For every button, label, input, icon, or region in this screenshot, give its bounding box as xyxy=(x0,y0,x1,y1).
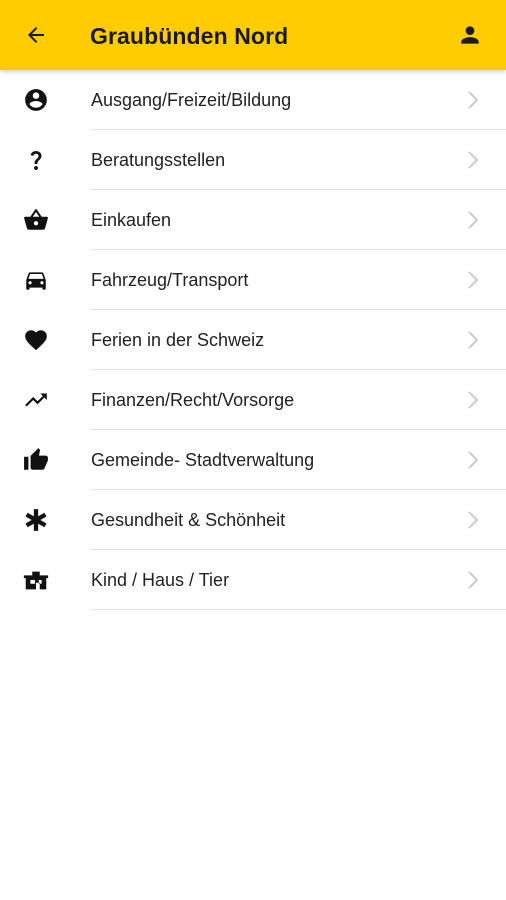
chevron-right-icon xyxy=(466,328,480,352)
list-item-ferien[interactable]: Ferien in der Schweiz xyxy=(0,310,506,370)
list-item-gemeinde[interactable]: Gemeinde- Stadtverwaltung xyxy=(0,430,506,490)
chevron-right-icon xyxy=(466,148,480,172)
divider xyxy=(91,609,506,610)
list-item-label: Gesundheit & Schönheit xyxy=(91,510,286,530)
house-icon xyxy=(22,568,50,592)
asterisk-icon xyxy=(22,508,50,532)
chevron-right-icon xyxy=(466,88,480,112)
list-item-label: Gemeinde- Stadtverwaltung xyxy=(91,450,315,470)
chevron-right-icon xyxy=(466,568,480,592)
list-item-label: Einkaufen xyxy=(91,210,172,230)
list-item-kind-haus-tier[interactable]: Kind / Haus / Tier xyxy=(0,550,506,610)
back-button[interactable] xyxy=(20,19,52,51)
heart-icon xyxy=(22,328,50,352)
account-circle-icon xyxy=(22,88,50,112)
arrow-left-icon xyxy=(28,27,44,43)
list-item-label: Kind / Haus / Tier xyxy=(91,570,230,590)
list-item-label: Beratungsstellen xyxy=(91,150,226,170)
list-item-label: Ferien in der Schweiz xyxy=(91,330,265,350)
category-list: Ausgang/Freizeit/Bildung Beratungsstelle… xyxy=(0,70,506,610)
thumb-up-icon xyxy=(22,448,50,472)
list-item-finanzen[interactable]: Finanzen/Recht/Vorsorge xyxy=(0,370,506,430)
chevron-right-icon xyxy=(466,208,480,232)
list-item-label: Fahrzeug/Transport xyxy=(91,270,249,290)
list-item-beratungsstellen[interactable]: Beratungsstellen xyxy=(0,130,506,190)
trending-up-icon xyxy=(22,388,50,412)
profile-button[interactable] xyxy=(454,19,486,51)
page-title: Graubünden Nord xyxy=(90,23,289,49)
chevron-right-icon xyxy=(466,448,480,472)
car-icon xyxy=(22,268,50,292)
chevron-right-icon xyxy=(466,508,480,532)
person-icon xyxy=(461,26,479,44)
list-item-fahrzeug[interactable]: Fahrzeug/Transport xyxy=(0,250,506,310)
chevron-right-icon xyxy=(466,388,480,412)
shopping-basket-icon xyxy=(22,208,50,232)
list-item-gesundheit[interactable]: Gesundheit & Schönheit xyxy=(0,490,506,550)
chevron-right-icon xyxy=(466,268,480,292)
app-bar: Graubünden Nord xyxy=(0,0,506,70)
list-item-einkaufen[interactable]: Einkaufen xyxy=(0,190,506,250)
list-item-ausgang[interactable]: Ausgang/Freizeit/Bildung xyxy=(0,70,506,130)
list-item-label: Ausgang/Freizeit/Bildung xyxy=(91,90,292,110)
question-mark-icon xyxy=(22,148,50,172)
list-item-label: Finanzen/Recht/Vorsorge xyxy=(91,390,295,410)
